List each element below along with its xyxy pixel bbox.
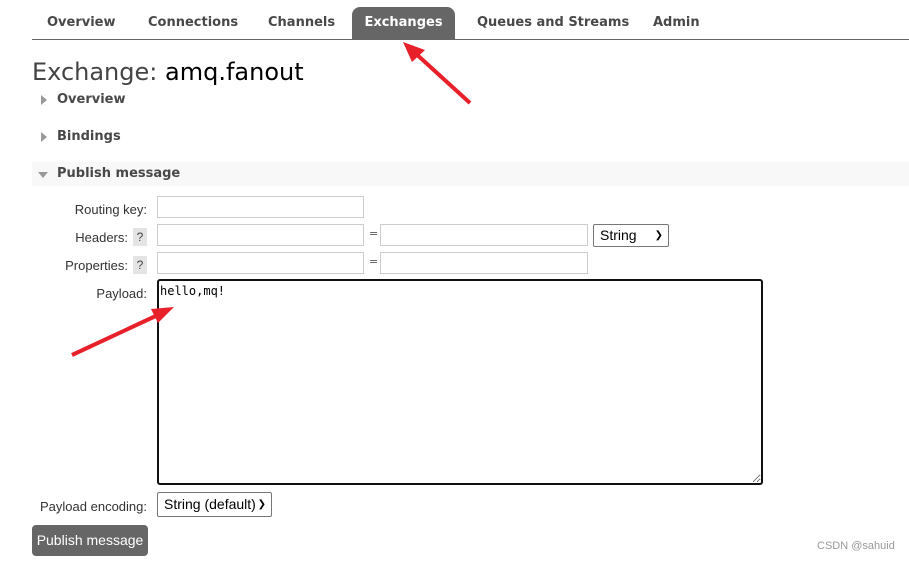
triangle-down-icon bbox=[38, 172, 48, 178]
section-overview[interactable]: Overview bbox=[32, 88, 909, 112]
header-key-input[interactable] bbox=[157, 224, 364, 246]
routing-key-label: Routing key: bbox=[74, 202, 147, 217]
header-value-input[interactable] bbox=[380, 224, 588, 246]
property-key-input[interactable] bbox=[157, 252, 364, 274]
section-label: Bindings bbox=[57, 129, 121, 144]
section-publish-message[interactable]: Publish message bbox=[32, 162, 909, 186]
payload-encoding-label: Payload encoding: bbox=[40, 499, 147, 514]
tab-exchanges[interactable]: Exchanges bbox=[352, 7, 455, 39]
properties-help-button[interactable]: ? bbox=[133, 256, 147, 274]
triangle-right-icon bbox=[41, 132, 47, 142]
equals-sign: = bbox=[369, 227, 379, 240]
properties-label: Properties: bbox=[65, 258, 128, 273]
section-label: Publish message bbox=[57, 166, 181, 181]
property-value-input[interactable] bbox=[380, 252, 588, 274]
exchange-name: amq.fanout bbox=[165, 58, 304, 86]
watermark: CSDN @sahuid bbox=[817, 540, 895, 552]
triangle-right-icon bbox=[41, 95, 47, 105]
tab-channels[interactable]: Channels bbox=[253, 7, 350, 39]
header-type-select[interactable]: String ❯ bbox=[593, 224, 669, 247]
section-bindings[interactable]: Bindings bbox=[32, 125, 909, 149]
chevron-down-icon: ❯ bbox=[654, 230, 663, 241]
selected-value: String (default) bbox=[164, 496, 256, 512]
publish-message-button[interactable]: Publish message bbox=[32, 525, 148, 556]
tab-queues-and-streams[interactable]: Queues and Streams bbox=[462, 7, 644, 39]
tab-admin[interactable]: Admin bbox=[638, 7, 715, 39]
routing-key-input[interactable] bbox=[157, 196, 364, 218]
payload-label: Payload: bbox=[96, 286, 147, 301]
equals-sign: = bbox=[369, 255, 379, 268]
headers-help-button[interactable]: ? bbox=[133, 228, 147, 246]
headers-label: Headers: bbox=[75, 230, 128, 245]
chevron-down-icon: ❯ bbox=[257, 499, 266, 510]
payload-textarea[interactable]: hello,mq! bbox=[157, 279, 763, 485]
tab-overview[interactable]: Overview bbox=[32, 7, 131, 39]
selected-value: String bbox=[600, 227, 637, 243]
title-prefix: Exchange: bbox=[32, 58, 158, 86]
payload-encoding-select[interactable]: String (default) ❯ bbox=[157, 492, 272, 517]
tab-connections[interactable]: Connections bbox=[133, 7, 253, 39]
page-title: Exchange: amq.fanout bbox=[32, 58, 304, 86]
section-label: Overview bbox=[57, 92, 126, 107]
nav-divider bbox=[32, 39, 909, 40]
